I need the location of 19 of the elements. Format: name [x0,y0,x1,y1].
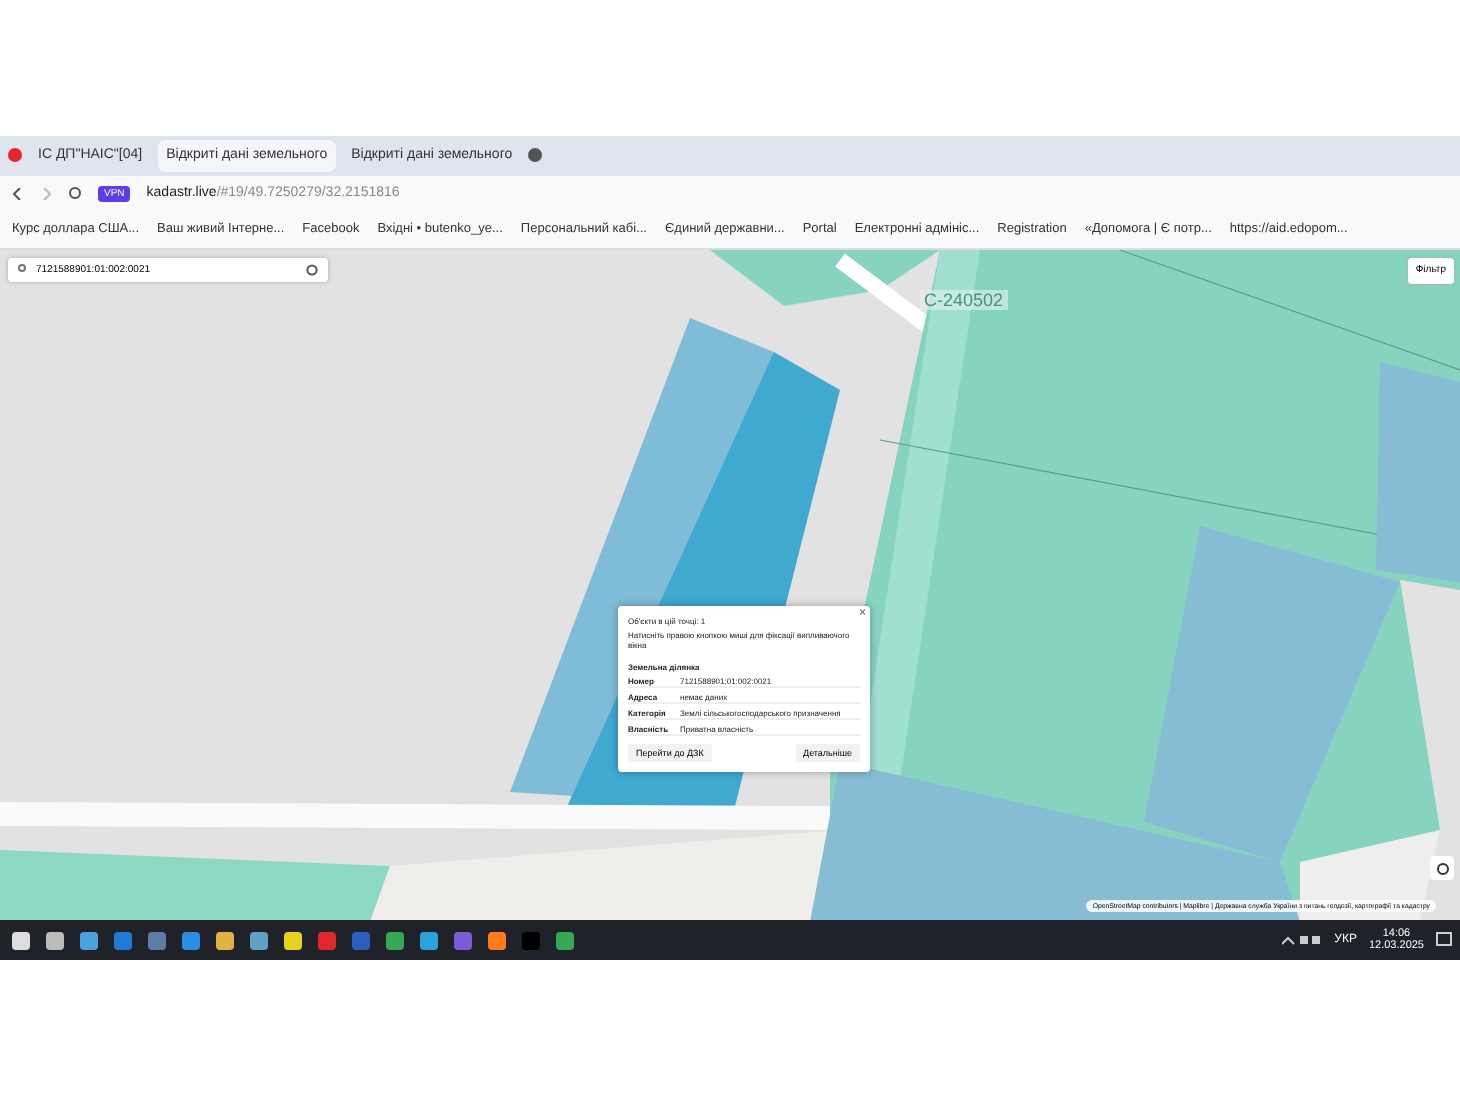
app-icon[interactable] [212,928,236,953]
notification-icon[interactable] [1436,932,1452,949]
app-icon[interactable] [246,928,270,953]
locate-button[interactable] [1430,856,1454,881]
app-icon[interactable] [42,928,66,953]
app-icon[interactable] [8,928,32,953]
app-icon[interactable] [416,928,440,953]
app-icon[interactable] [76,928,100,953]
search-icon [18,264,28,275]
map-label: С-240502 [920,289,1008,310]
locate-icon [1435,861,1449,876]
back-icon[interactable] [12,187,24,200]
app-icon[interactable] [552,928,576,953]
tray-icons[interactable] [1282,934,1323,947]
locate-icon[interactable] [306,263,318,276]
app-icon[interactable] [382,928,406,953]
browser-logo-icon[interactable] [8,148,22,163]
app-icon[interactable] [484,928,508,953]
app-icon[interactable] [280,928,304,953]
